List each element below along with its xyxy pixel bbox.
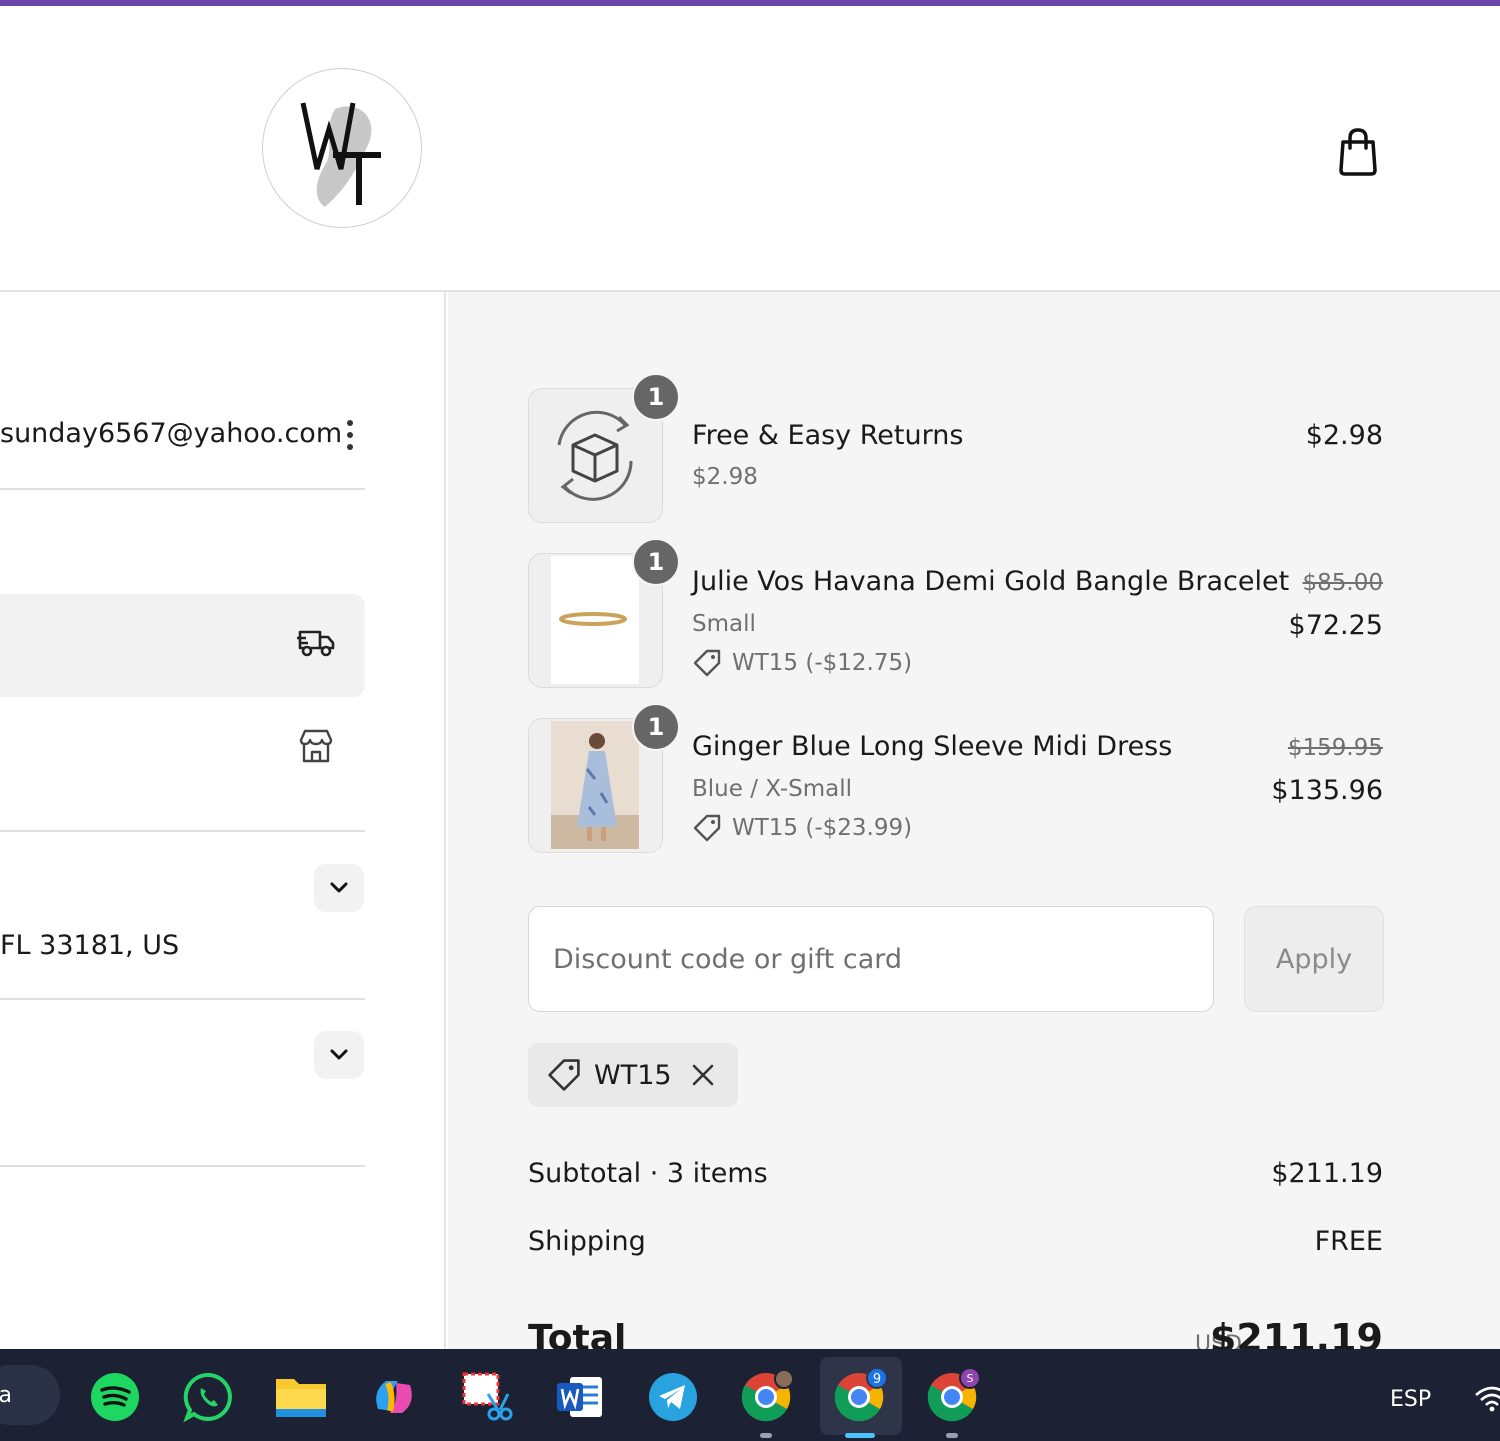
tag-icon	[548, 1059, 580, 1091]
item-name: Julie Vos Havana Demi Gold Bangle Bracel…	[692, 566, 1290, 597]
account-menu-button[interactable]	[338, 418, 362, 452]
delivery-truck-icon	[296, 622, 336, 662]
item-name: Free & Easy Returns	[692, 420, 964, 451]
copilot-icon[interactable]	[366, 1369, 422, 1425]
active-indicator	[845, 1433, 875, 1438]
store-logo[interactable]	[262, 68, 422, 228]
logo-mark-icon	[300, 102, 381, 207]
remove-discount-button[interactable]	[688, 1060, 718, 1090]
shipping-label: Shipping	[528, 1226, 646, 1257]
item-variant: Blue / X-Small	[692, 776, 853, 802]
order-summary-panel: 1 Free & Easy Returns $2.98 $2.98 1 Juli…	[448, 292, 1500, 1349]
tag-icon	[693, 649, 721, 677]
chrome-icon[interactable]: 9	[831, 1369, 887, 1425]
chevron-down-icon	[330, 1049, 348, 1060]
item-thumbnail: 1	[528, 373, 680, 523]
item-original-price: $159.95	[1287, 735, 1383, 761]
item-discount-label: WT15 (-$12.75)	[732, 650, 913, 676]
item-price: $2.98	[1305, 420, 1383, 451]
item-quantity-badge: 1	[632, 373, 680, 421]
account-email: sunday6567@yahoo.com	[0, 418, 343, 449]
chrome-notification-count: 9	[873, 1372, 881, 1387]
item-discount-label: WT15 (-$23.99)	[732, 815, 913, 841]
item-original-price: $85.00	[1302, 570, 1383, 596]
word-icon[interactable]	[552, 1369, 608, 1425]
item-quantity-badge: 1	[632, 538, 680, 586]
applied-discount-code: WT15	[594, 1059, 672, 1091]
subtotal-value: $211.19	[1271, 1158, 1383, 1189]
taskbar-search[interactable]: a	[0, 1365, 60, 1425]
item-name: Ginger Blue Long Sleeve Midi Dress	[692, 731, 1173, 762]
wifi-icon[interactable]	[1472, 1383, 1500, 1413]
applied-discount-chip: WT15	[528, 1043, 738, 1107]
header	[0, 6, 1500, 292]
shipping-address: FL 33181, US	[0, 930, 180, 961]
windows-taskbar: a 9 S ESP	[0, 1349, 1500, 1441]
total-value: $211.19	[1209, 1316, 1383, 1349]
subtotal-label: Subtotal · 3 items	[528, 1158, 768, 1189]
running-indicator	[760, 1433, 772, 1438]
apply-discount-button[interactable]: Apply	[1244, 906, 1384, 1012]
item-discount: WT15 (-$23.99)	[692, 813, 912, 843]
divider	[0, 998, 365, 1000]
tag-icon	[693, 814, 721, 842]
chrome-icon[interactable]	[738, 1369, 794, 1425]
spotify-icon[interactable]	[87, 1369, 143, 1425]
item-thumbnail: 1	[528, 703, 680, 853]
divider	[0, 488, 365, 490]
telegram-icon[interactable]	[645, 1369, 701, 1425]
checkout-form-panel	[0, 292, 446, 1349]
total-label: Total	[528, 1318, 627, 1349]
snipping-tool-icon[interactable]	[459, 1369, 515, 1425]
file-explorer-icon[interactable]	[273, 1369, 329, 1425]
item-price: $72.25	[1288, 610, 1383, 641]
discount-code-input[interactable]	[528, 906, 1214, 1012]
close-icon	[692, 1064, 713, 1086]
address-expand-button[interactable]	[314, 864, 364, 912]
divider	[0, 830, 365, 832]
cart-button[interactable]	[1334, 124, 1382, 178]
input-language[interactable]: ESP	[1390, 1387, 1431, 1412]
item-quantity-badge: 1	[632, 703, 680, 751]
running-indicator	[946, 1433, 958, 1438]
item-variant: $2.98	[692, 464, 758, 490]
item-thumbnail: 1	[528, 538, 680, 688]
item-variant: Small	[692, 611, 756, 637]
more-vertical-icon	[347, 420, 353, 450]
shipping-value: FREE	[1314, 1226, 1383, 1257]
store-icon[interactable]	[296, 726, 336, 766]
divider	[0, 1165, 365, 1167]
chevron-down-icon	[330, 882, 348, 893]
item-price: $135.96	[1271, 775, 1383, 806]
whatsapp-icon[interactable]	[180, 1369, 236, 1425]
chrome-icon[interactable]: S	[924, 1369, 980, 1425]
shopping-bag-icon	[1339, 128, 1377, 176]
chrome-profile-badge: S	[967, 1372, 974, 1385]
item-discount: WT15 (-$12.75)	[692, 648, 912, 678]
section-expand-button[interactable]	[314, 1031, 364, 1079]
